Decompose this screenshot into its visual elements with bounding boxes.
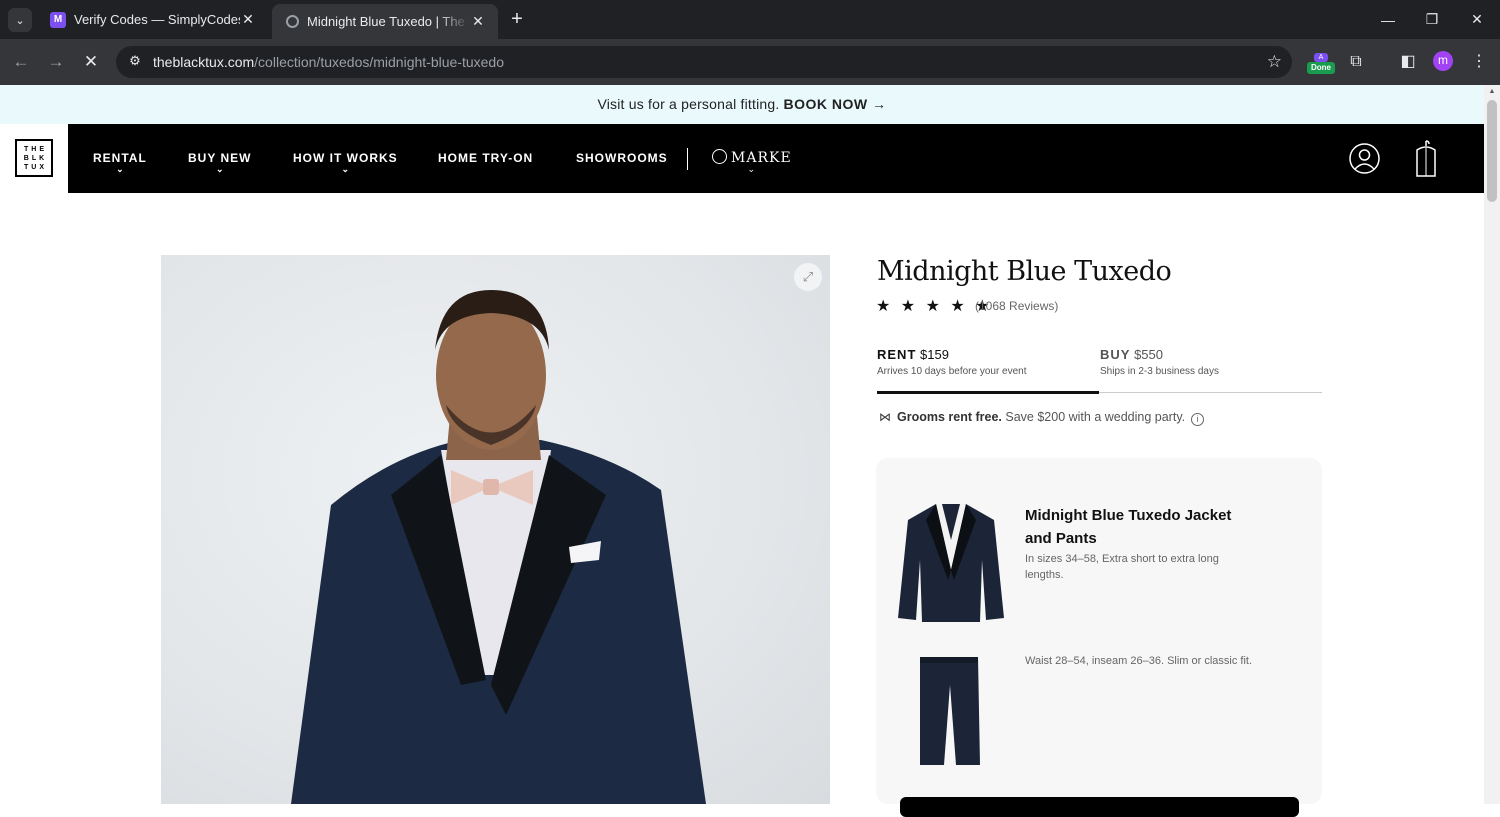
info-icon[interactable]: i <box>1191 413 1205 426</box>
scrollbar-thumb[interactable] <box>1487 100 1497 202</box>
menu-kebab-icon[interactable]: ⋮ <box>1467 50 1491 74</box>
extension-done-badge[interactable]: A Done <box>1307 53 1335 75</box>
product-title: Midnight Blue Tuxedo <box>877 256 1172 287</box>
tab-title: Verify Codes — SimplyCodes <box>74 12 240 27</box>
browser-tab-bar: ⌄ M Verify Codes — SimplyCodes ✕ Midnigh… <box>0 0 1500 39</box>
close-window-icon[interactable]: ✕ <box>1455 0 1499 39</box>
bookmark-star-icon[interactable]: ☆ <box>1267 52 1282 72</box>
selected-tab-indicator <box>877 391 1099 394</box>
scroll-up-arrow-icon[interactable]: ▲ <box>1487 88 1497 95</box>
browser-tab-blacktux[interactable]: Midnight Blue Tuxedo | The Black Tux ✕ <box>272 4 498 39</box>
account-user-icon[interactable] <box>1349 143 1380 174</box>
promo-banner: Visit us for a personal fitting. BOOK NO… <box>0 85 1484 124</box>
item-pants-desc: Waist 28–54, inseam 26–36. Slim or class… <box>1025 655 1253 667</box>
nav-rental[interactable]: RENTAL ⌄ <box>93 124 147 193</box>
close-tab-icon[interactable]: ✕ <box>240 11 256 28</box>
restore-icon[interactable]: ❐ <box>1410 0 1454 39</box>
tab-search-chevron-icon[interactable]: ⌄ <box>8 8 32 32</box>
reviews-link[interactable]: (1068 Reviews) <box>975 299 1058 313</box>
forward-icon[interactable]: → <box>45 51 67 73</box>
simplycodes-icon: M <box>50 11 66 28</box>
nav-divider <box>687 148 688 170</box>
back-icon[interactable]: ← <box>10 51 32 73</box>
nav-how-it-works[interactable]: HOW IT WORKS ⌄ <box>293 124 398 193</box>
promo-text: Visit us for a personal fitting. <box>597 96 780 112</box>
bow-tie-icon: ⋈ <box>879 410 891 424</box>
product-photo[interactable] <box>161 255 830 804</box>
loading-icon <box>286 15 299 28</box>
nav-marke[interactable]: MARKE ⌄ <box>712 124 792 193</box>
stop-loading-icon[interactable]: ✕ <box>80 51 102 73</box>
browser-tab-simplycodes[interactable]: M Verify Codes — SimplyCodes ✕ <box>36 0 268 39</box>
minimize-icon[interactable]: — <box>1366 0 1410 39</box>
expand-icon[interactable]: ⤢ <box>794 263 822 291</box>
jacket-thumbnail[interactable] <box>896 500 1006 624</box>
rent-option-subtext: Arrives 10 days before your event <box>877 366 1027 377</box>
rent-option-tab[interactable]: RENT $159 Arrives 10 days before your ev… <box>877 347 1027 377</box>
nav-showrooms[interactable]: SHOWROOMS <box>576 124 668 193</box>
profile-avatar[interactable]: m <box>1433 51 1453 71</box>
browser-toolbar: ← → ✕ ⚙ theblacktux.com/collection/tuxed… <box>0 39 1500 85</box>
site-settings-icon[interactable]: ⚙ <box>126 53 144 71</box>
model-in-tuxedo-image <box>291 290 706 804</box>
site-navigation: THE BLK TUX RENTAL ⌄ BUY NEW ⌄ HOW IT WORK… <box>0 124 1484 193</box>
extensions-puzzle-icon[interactable]: ⧉ <box>1344 50 1368 74</box>
grooms-rent-free-note: ⋈ Grooms rent free. Save $200 with a wedd… <box>879 410 1205 426</box>
url-text[interactable]: theblacktux.com/collection/tuxedos/midni… <box>153 54 504 70</box>
buy-option-subtext: Ships in 2-3 business days <box>1100 366 1219 377</box>
garment-bag-icon[interactable] <box>1414 140 1438 178</box>
chevron-down-icon: ⌄ <box>215 164 224 174</box>
side-panel-icon[interactable]: ◧ <box>1396 50 1420 74</box>
chevron-down-icon: ⌄ <box>341 164 350 174</box>
add-to-cart-button[interactable] <box>900 797 1299 817</box>
chevron-down-icon: ⌄ <box>116 164 124 174</box>
buy-option-tab[interactable]: BUY $550 Ships in 2-3 business days <box>1100 347 1219 377</box>
blacktux-logo: THE BLK TUX <box>15 139 53 177</box>
nav-buy-new[interactable]: BUY NEW ⌄ <box>188 124 251 193</box>
close-tab-icon[interactable]: ✕ <box>470 13 486 30</box>
book-now-link[interactable]: BOOK NOW → <box>784 96 887 112</box>
nav-home-try-on[interactable]: HOME TRY-ON <box>438 124 533 193</box>
item-jacket-title: Midnight Blue Tuxedo Jacket and Pants <box>1025 507 1232 547</box>
new-tab-icon[interactable]: + <box>506 8 528 30</box>
chevron-down-icon: ⌄ <box>747 164 757 174</box>
logo-link[interactable]: THE BLK TUX <box>0 124 68 193</box>
pants-thumbnail[interactable] <box>918 655 982 767</box>
tab-title: Midnight Blue Tuxedo | The Black Tux <box>307 14 470 29</box>
marke-logo-icon <box>712 149 727 164</box>
address-bar[interactable]: ⚙ theblacktux.com/collection/tuxedos/mid… <box>116 46 1292 78</box>
item-jacket-desc: In sizes 34–58, Extra short to extra lon… <box>1025 553 1219 581</box>
